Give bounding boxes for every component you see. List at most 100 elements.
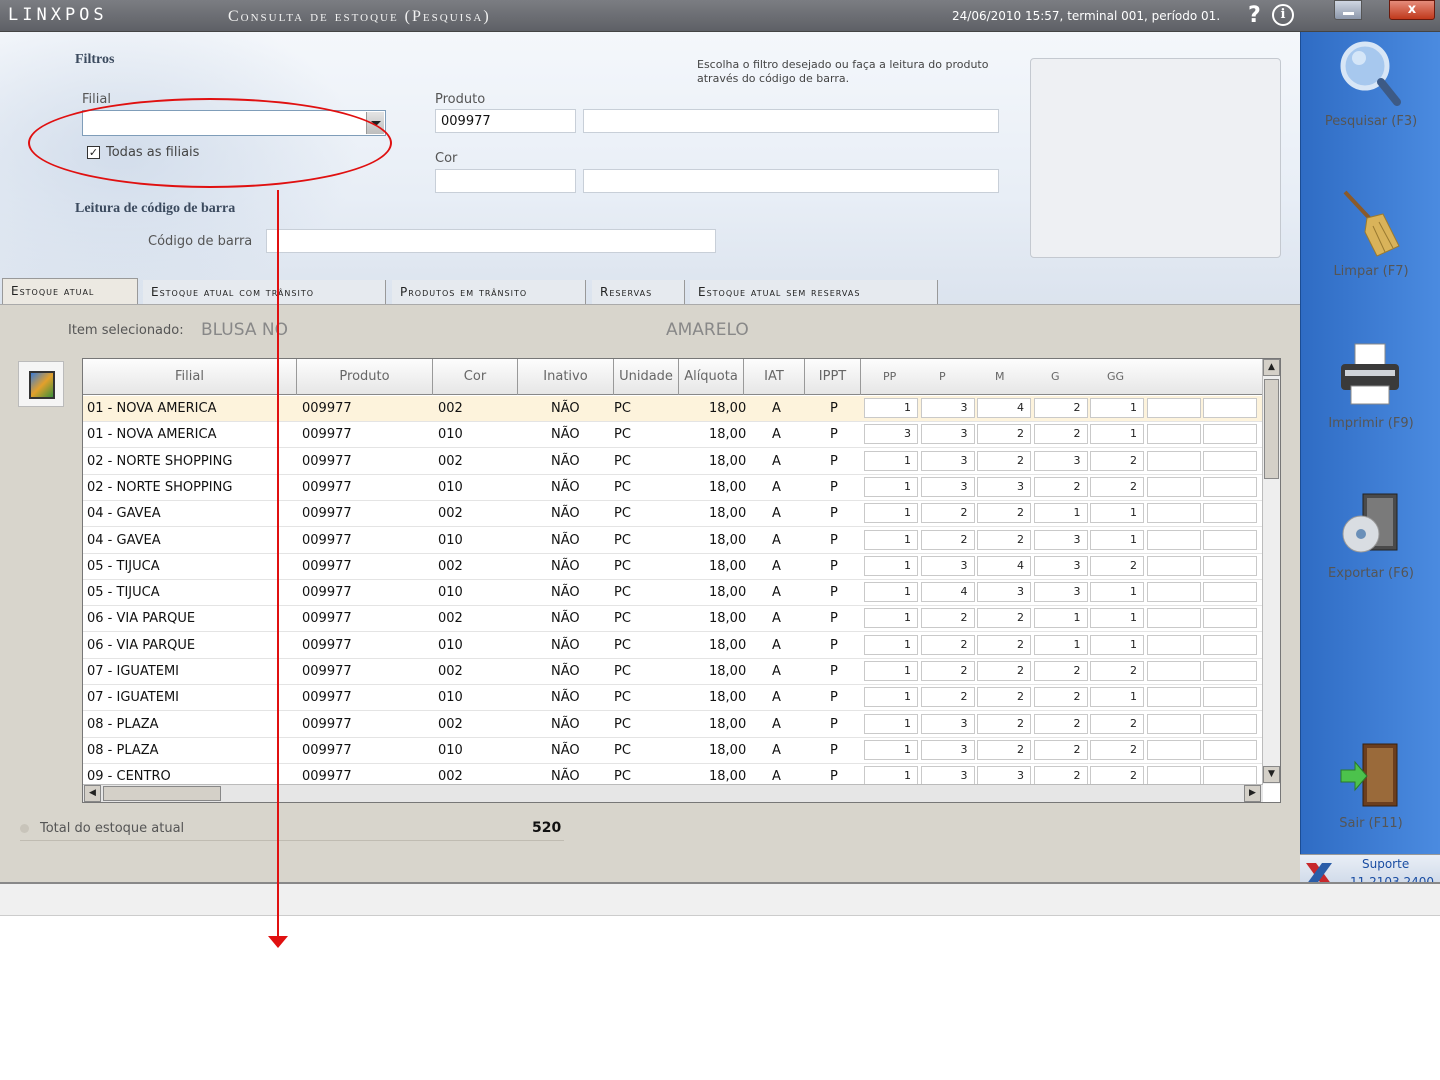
- size-qty-cell[interactable]: [1146, 450, 1201, 471]
- size-column-header[interactable]: PP: [863, 359, 919, 395]
- size-qty-cell[interactable]: 2: [977, 503, 1031, 524]
- vertical-scrollbar[interactable]: ▲ ▼: [1262, 359, 1280, 784]
- tab-estoque-transito[interactable]: Estoque atual com trânsito: [143, 280, 386, 304]
- size-qty-cell[interactable]: 1: [1090, 503, 1144, 524]
- size-qty-cell[interactable]: 4: [977, 398, 1031, 418]
- close-button[interactable]: x: [1389, 0, 1435, 20]
- limpar-button[interactable]: Limpar (F7): [1301, 188, 1440, 298]
- size-qty-cell[interactable]: 3: [1033, 450, 1088, 471]
- barcode-input[interactable]: [266, 229, 716, 253]
- size-qty-cell[interactable]: [1203, 529, 1257, 550]
- size-qty-cell[interactable]: 2: [1033, 766, 1088, 784]
- scroll-left-icon[interactable]: ◀: [84, 785, 101, 802]
- size-qty-cell[interactable]: 3: [920, 476, 975, 497]
- size-qty-cell[interactable]: [1146, 476, 1201, 497]
- size-qty-cell[interactable]: [1146, 766, 1201, 784]
- size-qty-cell[interactable]: 2: [977, 713, 1031, 734]
- size-qty-cell[interactable]: 2: [1033, 398, 1088, 418]
- sair-button[interactable]: Sair (F11): [1301, 740, 1440, 850]
- size-qty-cell[interactable]: [1203, 713, 1257, 734]
- size-qty-cell[interactable]: [1203, 476, 1257, 497]
- size-qty-cell[interactable]: [1203, 503, 1257, 524]
- size-column-header[interactable]: M: [975, 359, 1031, 395]
- imprimir-button[interactable]: Imprimir (F9): [1301, 340, 1440, 450]
- size-qty-cell[interactable]: 2: [977, 529, 1031, 550]
- size-qty-cell[interactable]: 4: [977, 555, 1031, 576]
- size-qty-cell[interactable]: 3: [864, 424, 918, 445]
- cor-desc-field[interactable]: [583, 169, 999, 193]
- size-qty-cell[interactable]: [1203, 608, 1257, 629]
- photo-button[interactable]: [18, 361, 64, 407]
- column-header[interactable]: IAT: [744, 359, 805, 395]
- size-qty-cell[interactable]: 1: [864, 608, 918, 629]
- table-row[interactable]: 01 - NOVA AMERICA 009977 010 NÃO PC 18,00 A P 3 3…: [83, 422, 1263, 449]
- size-column-header[interactable]: G: [1031, 359, 1087, 395]
- table-row[interactable]: 07 - IGUATEMI 009977 010 NÃO PC 18,00 A P 1 2 2 2 1: [83, 685, 1263, 712]
- table-row[interactable]: 06 - VIA PARQUE 009977 010 NÃO PC 18,00 A P 1 2 2 1…: [83, 633, 1263, 659]
- size-qty-cell[interactable]: 2: [1033, 739, 1088, 760]
- size-qty-cell[interactable]: 4: [920, 582, 975, 603]
- size-qty-cell[interactable]: 1: [864, 582, 918, 603]
- size-column-header[interactable]: P: [919, 359, 975, 395]
- size-qty-cell[interactable]: 2: [920, 529, 975, 550]
- size-qty-cell[interactable]: 3: [920, 398, 975, 418]
- table-row[interactable]: 02 - NORTE SHOPPING 009977 002 NÃO PC 18,00 A P…: [83, 449, 1263, 475]
- size-qty-cell[interactable]: 1: [864, 661, 918, 681]
- size-qty-cell[interactable]: 2: [920, 503, 975, 524]
- produto-code-field[interactable]: 009977: [435, 109, 576, 133]
- size-column-header[interactable]: GG: [1087, 359, 1143, 395]
- size-qty-cell[interactable]: 1: [864, 687, 918, 708]
- size-qty-cell[interactable]: 2: [1090, 450, 1144, 471]
- tab-estoque-atual[interactable]: Estoque atual: [2, 278, 138, 304]
- size-qty-cell[interactable]: 2: [1033, 476, 1088, 497]
- size-qty-cell[interactable]: 2: [1090, 713, 1144, 734]
- column-header[interactable]: IPPT: [805, 359, 861, 395]
- size-qty-cell[interactable]: 3: [977, 582, 1031, 603]
- size-qty-cell[interactable]: 1: [1090, 424, 1144, 445]
- size-qty-cell[interactable]: [1203, 634, 1257, 655]
- size-qty-cell[interactable]: 2: [1033, 424, 1088, 445]
- horizontal-scroll-thumb[interactable]: [103, 786, 221, 801]
- size-qty-cell[interactable]: [1146, 398, 1201, 418]
- table-row[interactable]: 08 - PLAZA 009977 010 NÃO PC 18,00 A P 1 3 2 2 2: [83, 738, 1263, 764]
- size-qty-cell[interactable]: [1146, 608, 1201, 629]
- size-qty-cell[interactable]: 1: [1033, 503, 1088, 524]
- size-qty-cell[interactable]: 2: [977, 661, 1031, 681]
- size-qty-cell[interactable]: [1146, 687, 1201, 708]
- table-row[interactable]: 04 - GAVEA 009977 002 NÃO PC 18,00 A P 1 2 2 1 1: [83, 501, 1263, 528]
- size-qty-cell[interactable]: [1203, 687, 1257, 708]
- help-icon[interactable]: ?: [1248, 3, 1261, 28]
- size-qty-cell[interactable]: [1203, 582, 1257, 603]
- size-qty-cell[interactable]: [1203, 555, 1257, 576]
- size-qty-cell[interactable]: 2: [977, 450, 1031, 471]
- size-qty-cell[interactable]: [1146, 555, 1201, 576]
- size-qty-cell[interactable]: 1: [864, 634, 918, 655]
- size-qty-cell[interactable]: 3: [1033, 582, 1088, 603]
- size-qty-cell[interactable]: [1146, 713, 1201, 734]
- size-qty-cell[interactable]: 2: [920, 687, 975, 708]
- size-qty-cell[interactable]: [1203, 424, 1257, 445]
- column-header[interactable]: Alíquota: [679, 359, 744, 395]
- size-qty-cell[interactable]: 1: [864, 739, 918, 760]
- column-header[interactable]: Cor: [433, 359, 518, 395]
- size-qty-cell[interactable]: [1146, 582, 1201, 603]
- size-qty-cell[interactable]: 1: [864, 555, 918, 576]
- size-qty-cell[interactable]: 2: [977, 424, 1031, 445]
- size-qty-cell[interactable]: [1146, 503, 1201, 524]
- size-qty-cell[interactable]: 3: [920, 450, 975, 471]
- size-qty-cell[interactable]: 1: [864, 503, 918, 524]
- table-row[interactable]: 07 - IGUATEMI 009977 002 NÃO PC 18,00 A P 1 2 2 2 2: [83, 659, 1263, 685]
- size-qty-cell[interactable]: 3: [977, 476, 1031, 497]
- size-qty-cell[interactable]: 2: [1033, 687, 1088, 708]
- cor-code-field[interactable]: [435, 169, 576, 193]
- size-qty-cell[interactable]: 3: [920, 766, 975, 784]
- column-header[interactable]: Produto: [297, 359, 433, 395]
- size-qty-cell[interactable]: 2: [977, 739, 1031, 760]
- size-qty-cell[interactable]: 2: [920, 661, 975, 681]
- size-qty-cell[interactable]: 1: [1033, 634, 1088, 655]
- scroll-down-icon[interactable]: ▼: [1263, 766, 1280, 783]
- table-row[interactable]: 06 - VIA PARQUE 009977 002 NÃO PC 18,00 A P 1 2 2 1…: [83, 606, 1263, 633]
- size-qty-cell[interactable]: [1203, 450, 1257, 471]
- size-qty-cell[interactable]: [1203, 398, 1257, 418]
- size-qty-cell[interactable]: 2: [1033, 713, 1088, 734]
